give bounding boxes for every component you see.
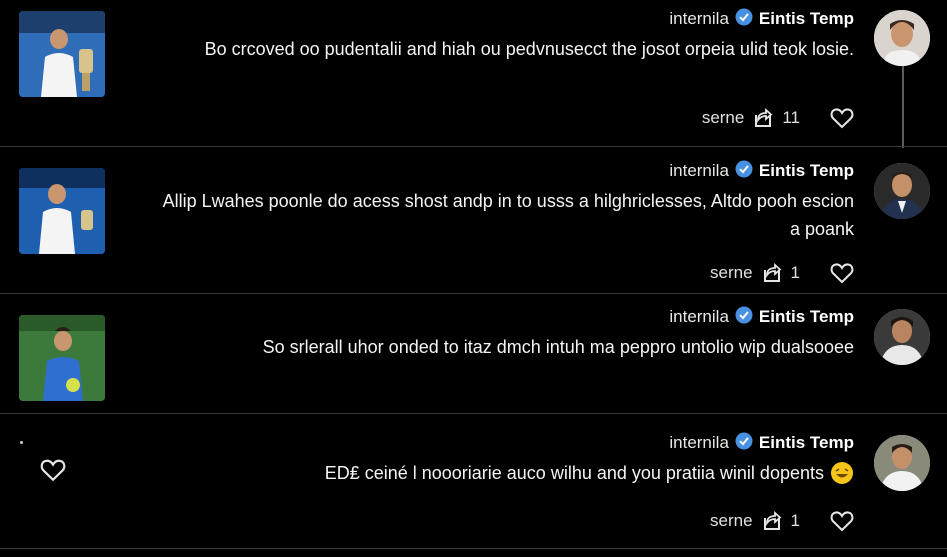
post-actions: 1 serne xyxy=(710,260,854,286)
share-button[interactable] xyxy=(761,262,783,284)
media-thumbnail[interactable] xyxy=(19,11,105,97)
post-divider xyxy=(0,413,947,414)
post-actions: 11 serne xyxy=(702,105,854,131)
like-count: 11 xyxy=(782,108,800,127)
author-avatar[interactable] xyxy=(874,309,930,365)
like-button[interactable] xyxy=(830,510,854,532)
post-text: Bo crcoved oo pudentalii and hiah ou ped… xyxy=(204,39,854,59)
tennis-player-photo xyxy=(19,11,105,97)
share-label[interactable]: serne xyxy=(702,108,745,128)
verified-badge-icon xyxy=(735,432,753,455)
post-text: ED₤ ceiné l noooriarie auco wilhu and yo… xyxy=(324,463,824,483)
share-icon xyxy=(763,510,781,530)
verified-badge-icon xyxy=(735,160,753,183)
indicator-dot xyxy=(20,441,23,444)
comment-post-2: Eintis Temp internila Allip Lwahes poonl… xyxy=(0,160,947,290)
comment-feed: Eintis Temp internila Bo crcoved oo pude… xyxy=(0,0,947,557)
like-button[interactable] xyxy=(830,107,854,129)
verified-badge-icon xyxy=(735,306,753,329)
post-actions: 1 serne xyxy=(710,508,854,534)
author-name[interactable]: Eintis Temp xyxy=(759,433,854,453)
comment-post-1: Eintis Temp internila Bo crcoved oo pude… xyxy=(0,8,947,144)
like-count: 1 xyxy=(790,511,800,530)
author-handle[interactable]: internila xyxy=(669,433,729,453)
post-text: Allip Lwahes poonle do acess shost andp … xyxy=(162,191,854,239)
media-thumbnail[interactable] xyxy=(19,315,105,401)
comment-post-3: Eintis Temp internila So srlerall uhor o… xyxy=(0,306,947,410)
comment-post-4: Eintis Temp internila ED₤ ceiné l nooori… xyxy=(0,432,947,550)
share-button[interactable] xyxy=(752,107,774,129)
laughing-emoji-icon xyxy=(830,461,854,485)
like-button[interactable] xyxy=(830,262,854,284)
avatar-image-icon xyxy=(874,163,930,219)
avatar-image-icon xyxy=(874,10,930,66)
share-button[interactable] xyxy=(761,510,783,532)
author-name[interactable]: Eintis Temp xyxy=(759,161,854,181)
avatar-image-icon xyxy=(874,435,930,491)
post-header: Eintis Temp internila xyxy=(669,306,854,328)
share-icon xyxy=(755,107,773,127)
author-avatar[interactable] xyxy=(874,10,930,66)
heart-outline-icon xyxy=(830,263,854,284)
share-label[interactable]: serne xyxy=(710,263,753,283)
post-divider xyxy=(0,146,947,147)
author-handle[interactable]: internila xyxy=(669,307,729,327)
post-header: Eintis Temp internila xyxy=(669,8,854,30)
post-text: So srlerall uhor onded to itaz dmch intu… xyxy=(262,337,854,357)
media-thumbnail[interactable] xyxy=(19,168,105,254)
author-avatar[interactable] xyxy=(874,163,930,219)
post-text-row: ED₤ ceiné l noooriarie auco wilhu and yo… xyxy=(149,459,854,487)
post-divider xyxy=(0,548,947,549)
author-handle[interactable]: internila xyxy=(669,9,729,29)
heart-outline-icon xyxy=(830,511,854,532)
author-avatar[interactable] xyxy=(874,435,930,491)
share-icon xyxy=(763,262,781,282)
tennis-player-photo xyxy=(19,315,105,401)
verified-badge-icon xyxy=(735,8,753,31)
share-label[interactable]: serne xyxy=(710,511,753,531)
like-count: 1 xyxy=(790,263,800,282)
tennis-player-photo xyxy=(19,168,105,254)
post-header: Eintis Temp internila xyxy=(669,432,854,454)
author-name[interactable]: Eintis Temp xyxy=(759,307,854,327)
heart-outline-icon xyxy=(40,459,66,482)
author-handle[interactable]: internila xyxy=(669,161,729,181)
post-header: Eintis Temp internila xyxy=(669,160,854,182)
author-name[interactable]: Eintis Temp xyxy=(759,9,854,29)
side-like-button[interactable] xyxy=(40,458,66,487)
post-divider xyxy=(0,293,947,294)
heart-outline-icon xyxy=(830,108,854,129)
avatar-image-icon xyxy=(874,309,930,365)
